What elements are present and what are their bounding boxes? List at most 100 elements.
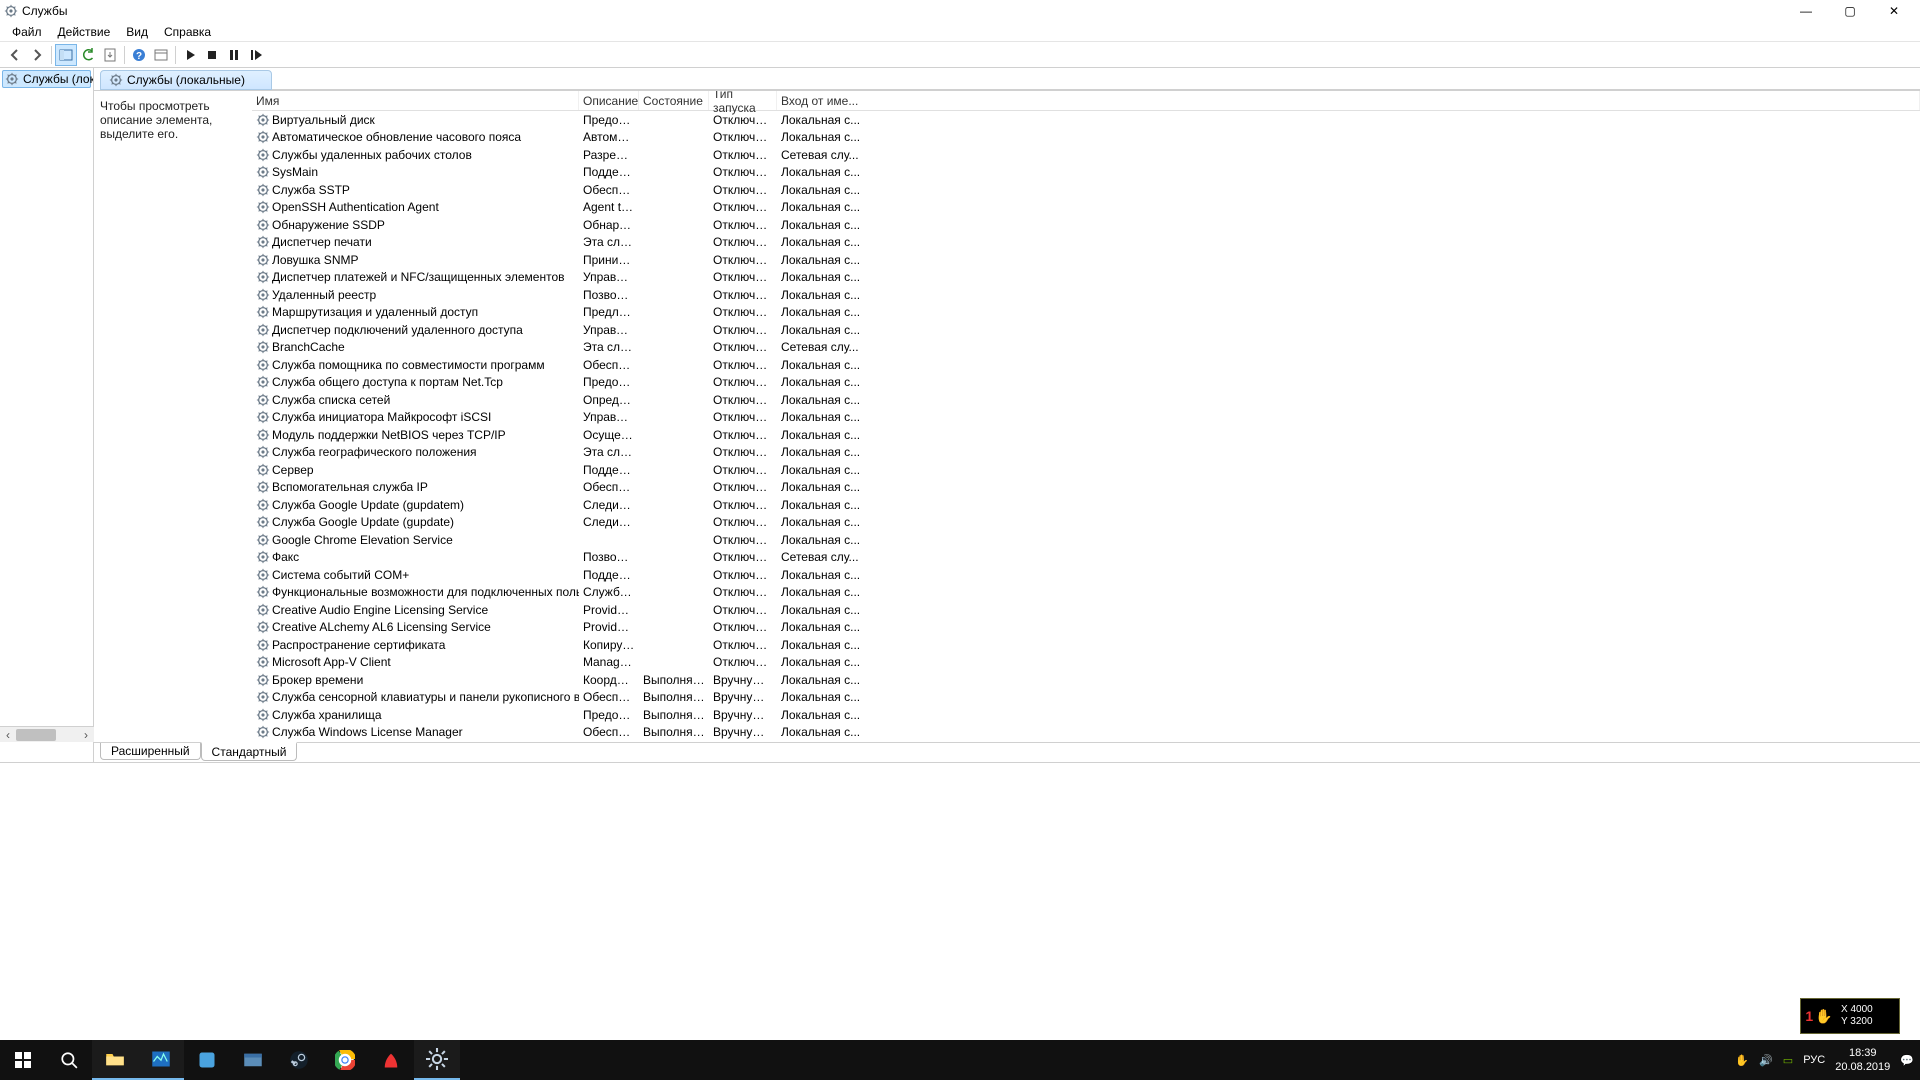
service-row[interactable]: Служба SSTPОбеспеч...ОтключенаЛокальная … xyxy=(252,181,1920,199)
col-description[interactable]: Описание xyxy=(579,91,639,110)
export-button[interactable] xyxy=(99,44,121,66)
service-row[interactable]: Служба Windows License ManagerОбеспеч...… xyxy=(252,724,1920,742)
col-logon[interactable]: Вход от име... xyxy=(777,91,1920,110)
scroll-left-icon[interactable]: ‹ xyxy=(0,727,16,743)
service-icon xyxy=(256,550,270,564)
stop-service-button[interactable] xyxy=(201,44,223,66)
tray-clock[interactable]: 18:39 20.08.2019 xyxy=(1835,1046,1890,1074)
service-name: Служба хранилища xyxy=(272,708,382,722)
properties-button[interactable] xyxy=(150,44,172,66)
app-taskbar-2[interactable] xyxy=(230,1040,276,1080)
service-row[interactable]: СерверПоддерж...ОтключенаЛокальная с... xyxy=(252,461,1920,479)
service-row[interactable]: ФаксПозволя...ОтключенаСетевая слу... xyxy=(252,549,1920,567)
pause-service-button[interactable] xyxy=(223,44,245,66)
service-row[interactable]: Маршрутизация и удаленный доступПредлага… xyxy=(252,304,1920,322)
service-logon: Локальная с... xyxy=(777,463,1177,477)
service-desc: Поддерж... xyxy=(579,463,639,477)
nav-back-button[interactable] xyxy=(4,44,26,66)
tree-horizontal-scrollbar[interactable]: ‹ › xyxy=(0,726,94,742)
service-row[interactable]: OpenSSH Authentication AgentAgent to ...… xyxy=(252,199,1920,217)
service-row[interactable]: Модуль поддержки NetBIOS через TCP/IPОсу… xyxy=(252,426,1920,444)
task-manager-taskbar[interactable] xyxy=(138,1040,184,1080)
service-start: Отключена xyxy=(709,620,777,634)
menu-action[interactable]: Действие xyxy=(50,23,119,41)
service-row[interactable]: Вспомогательная служба IPОбеспеч...Отклю… xyxy=(252,479,1920,497)
refresh-button[interactable] xyxy=(77,44,99,66)
service-icon xyxy=(256,393,270,407)
service-row[interactable]: Удаленный реестрПозволя...ОтключенаЛокал… xyxy=(252,286,1920,304)
service-start: Отключена xyxy=(709,183,777,197)
service-row[interactable]: Система событий COM+Поддерж...ОтключенаЛ… xyxy=(252,566,1920,584)
tab-services-local[interactable]: Службы (локальные) xyxy=(100,70,272,90)
tab-extended[interactable]: Расширенный xyxy=(100,743,201,760)
start-service-button[interactable] xyxy=(179,44,201,66)
search-button[interactable] xyxy=(46,1040,92,1080)
service-logon: Сетевая слу... xyxy=(777,148,1177,162)
tray-notifications-icon[interactable]: 💬 xyxy=(1900,1054,1914,1067)
service-desc: Определ... xyxy=(579,393,639,407)
service-row[interactable]: Распространение сертификатаКопируе...Отк… xyxy=(252,636,1920,654)
menu-view[interactable]: Вид xyxy=(118,23,156,41)
service-logon: Локальная с... xyxy=(777,533,1177,547)
service-row[interactable]: Служба географического положенияЭта служ… xyxy=(252,444,1920,462)
bloody-taskbar[interactable] xyxy=(368,1040,414,1080)
tree-root-services[interactable]: Службы (локал xyxy=(2,70,91,88)
service-row[interactable]: Google Chrome Elevation ServiceОтключена… xyxy=(252,531,1920,549)
service-row[interactable]: Creative ALchemy AL6 Licensing ServicePr… xyxy=(252,619,1920,637)
show-hide-button[interactable] xyxy=(55,44,77,66)
services-mmc-taskbar[interactable] xyxy=(414,1040,460,1080)
steam-taskbar[interactable] xyxy=(276,1040,322,1080)
service-row[interactable]: Диспетчер подключений удаленного доступа… xyxy=(252,321,1920,339)
service-row[interactable]: Функциональные возможности для подключен… xyxy=(252,584,1920,602)
service-row[interactable]: Виртуальный дискПредост...ОтключенаЛокал… xyxy=(252,111,1920,129)
service-row[interactable]: Служба помощника по совместимости програ… xyxy=(252,356,1920,374)
menu-help[interactable]: Справка xyxy=(156,23,219,41)
service-desc: Обеспеч... xyxy=(579,183,639,197)
service-name: Автоматическое обновление часового пояса xyxy=(272,130,521,144)
service-logon: Локальная с... xyxy=(777,620,1177,634)
service-row[interactable]: Брокер времениКоордин...Выполняет...Вруч… xyxy=(252,671,1920,689)
service-row[interactable]: Служба инициатора Майкрософт iSCSIУправл… xyxy=(252,409,1920,427)
tab-standard[interactable]: Стандартный xyxy=(201,742,298,761)
service-row[interactable]: Обнаружение SSDPОбнаруж...ОтключенаЛокал… xyxy=(252,216,1920,234)
service-start: Вручную (... xyxy=(709,725,777,739)
service-row[interactable]: Автоматическое обновление часового пояса… xyxy=(252,129,1920,147)
service-row[interactable]: Служба списка сетейОпредел...ОтключенаЛо… xyxy=(252,391,1920,409)
service-logon: Локальная с... xyxy=(777,165,1177,179)
service-desc: Обеспеч... xyxy=(579,725,639,739)
app-taskbar-1[interactable] xyxy=(184,1040,230,1080)
help-button[interactable]: ? xyxy=(128,44,150,66)
restart-service-button[interactable] xyxy=(245,44,267,66)
file-explorer-taskbar[interactable] xyxy=(92,1040,138,1080)
service-row[interactable]: Служба сенсорной клавиатуры и панели рук… xyxy=(252,689,1920,707)
tray-bloody-icon[interactable]: ✋ xyxy=(1735,1054,1749,1067)
service-row[interactable]: Служба Google Update (gupdate)Следите ..… xyxy=(252,514,1920,532)
tray-volume-icon[interactable]: 🔊 xyxy=(1759,1054,1773,1067)
scroll-right-icon[interactable]: › xyxy=(78,727,94,743)
col-state[interactable]: Состояние xyxy=(639,91,709,110)
tray-nvidia-icon[interactable]: ▭ xyxy=(1783,1054,1793,1067)
close-button[interactable]: ✕ xyxy=(1872,0,1916,22)
service-row[interactable]: Службы удаленных рабочих столовРазреша..… xyxy=(252,146,1920,164)
start-button[interactable] xyxy=(0,1040,46,1080)
service-row[interactable]: Creative Audio Engine Licensing ServiceP… xyxy=(252,601,1920,619)
service-row[interactable]: Служба общего доступа к портам Net.TcpПр… xyxy=(252,374,1920,392)
service-row[interactable]: Диспетчер платежей и NFC/защищенных элем… xyxy=(252,269,1920,287)
nav-forward-button[interactable] xyxy=(26,44,48,66)
chrome-taskbar[interactable] xyxy=(322,1040,368,1080)
col-startup[interactable]: Тип запуска xyxy=(709,91,777,110)
menu-file[interactable]: Файл xyxy=(4,23,50,41)
service-row[interactable]: Microsoft App-V ClientManages...Отключен… xyxy=(252,654,1920,672)
service-row[interactable]: Служба Google Update (gupdatem)Следите .… xyxy=(252,496,1920,514)
service-logon: Локальная с... xyxy=(777,218,1177,232)
tray-language[interactable]: РУС xyxy=(1803,1054,1825,1066)
service-desc: Следите ... xyxy=(579,498,639,512)
col-name[interactable]: Имя xyxy=(252,91,579,110)
minimize-button[interactable]: — xyxy=(1784,0,1828,22)
service-row[interactable]: Ловушка SNMPПринима...ОтключенаЛокальная… xyxy=(252,251,1920,269)
service-row[interactable]: BranchCacheЭта служ...ОтключенаСетевая с… xyxy=(252,339,1920,357)
maximize-button[interactable]: ▢ xyxy=(1828,0,1872,22)
service-row[interactable]: Диспетчер печатиЭта служ...ОтключенаЛока… xyxy=(252,234,1920,252)
service-row[interactable]: Служба хранилищаПредост...Выполняет...Вр… xyxy=(252,706,1920,724)
service-row[interactable]: SysMainПоддерж...ОтключенаЛокальная с... xyxy=(252,164,1920,182)
